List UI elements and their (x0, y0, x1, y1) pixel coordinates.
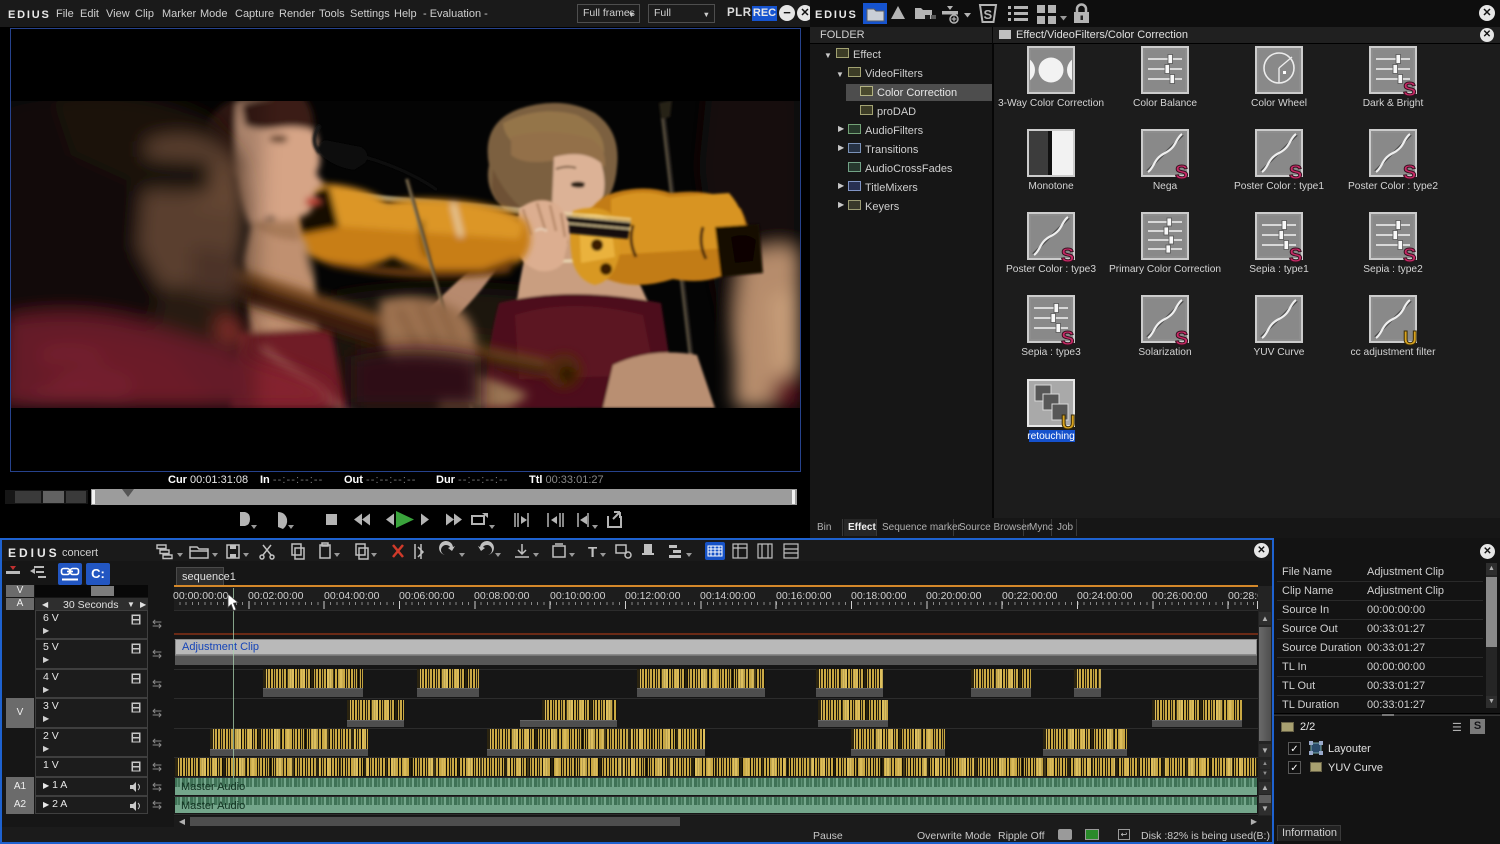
svg-text:Sepia : type2: Sepia : type2 (1363, 264, 1423, 275)
svg-text:Monotone: Monotone (1028, 181, 1074, 192)
svg-text:Poster Color : type1: Poster Color : type1 (1234, 181, 1324, 192)
svg-text:YUV Curve: YUV Curve (1254, 347, 1305, 358)
svg-text:Color Wheel: Color Wheel (1251, 98, 1307, 109)
svg-text:Primary Color Correction: Primary Color Correction (1109, 264, 1221, 275)
svg-text:cc adjustment filter: cc adjustment filter (1351, 347, 1437, 358)
svg-text:Solarization: Solarization (1138, 347, 1191, 358)
svg-text:Nega: Nega (1153, 181, 1178, 192)
svg-text:S: S (984, 7, 993, 22)
svg-text:Sepia : type3: Sepia : type3 (1021, 347, 1081, 358)
svg-text:T: T (588, 544, 597, 561)
svg-text:Dark & Bright: Dark & Bright (1363, 98, 1424, 109)
svg-text:Color Balance: Color Balance (1133, 98, 1197, 109)
svg-text:Sepia : type1: Sepia : type1 (1249, 264, 1309, 275)
svg-text:3-Way Color Correction: 3-Way Color Correction (998, 98, 1104, 109)
svg-text:retouching: retouching (1027, 431, 1075, 442)
svg-text:Poster Color : type2: Poster Color : type2 (1348, 181, 1438, 192)
svg-text:Poster Color : type3: Poster Color : type3 (1006, 264, 1096, 275)
